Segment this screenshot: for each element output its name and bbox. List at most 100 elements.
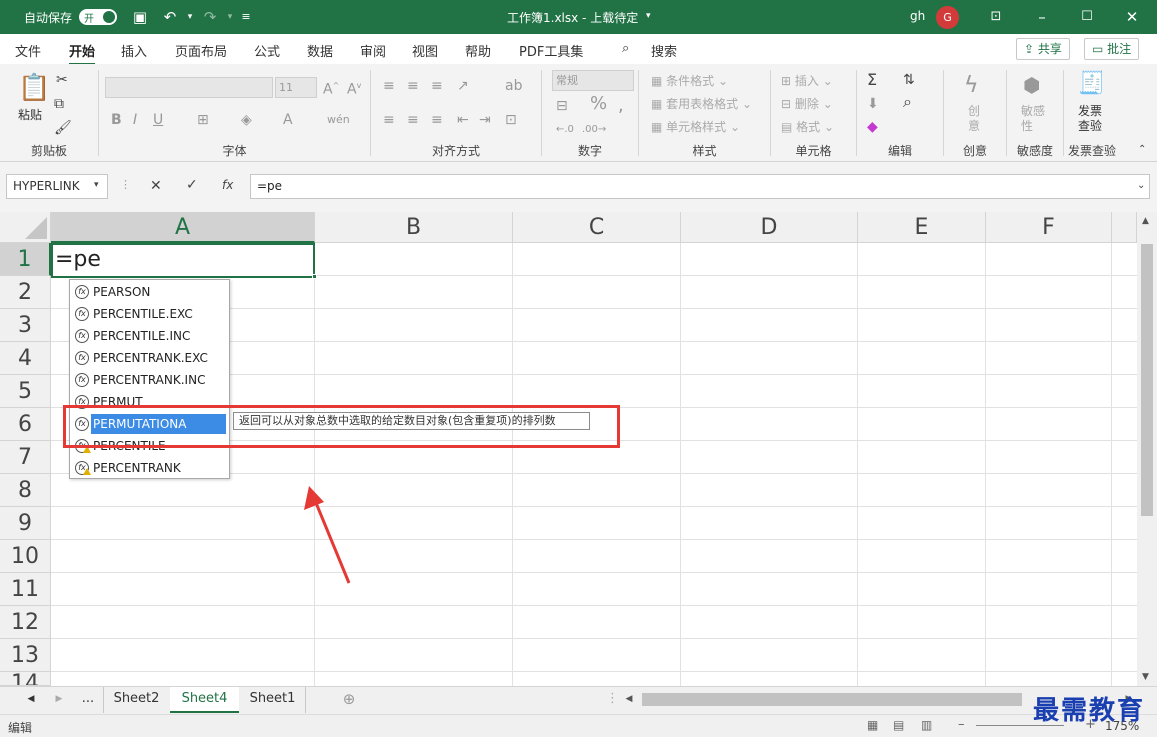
clear-icon[interactable]: ◆ (867, 119, 878, 135)
more-sheets-button[interactable]: ... (76, 687, 100, 713)
insert-function-icon[interactable]: fx (222, 178, 233, 192)
row-header-11[interactable]: 11 (0, 573, 51, 606)
prev-sheet-icon[interactable]: ◀ (24, 687, 38, 713)
paste-icon[interactable]: 📋 (18, 74, 50, 102)
row-header-12[interactable]: 12 (0, 606, 51, 639)
fill-handle[interactable] (312, 274, 317, 279)
sensitivity-label[interactable]: 敏感性 (1021, 104, 1049, 134)
sort-filter-icon[interactable]: ⇅ (903, 72, 915, 88)
customize-toolbar-icon[interactable]: ≡ (236, 7, 256, 27)
format-cells-button[interactable]: ▤ 格式 ⌄ (781, 118, 834, 135)
tab-review[interactable]: 审阅 (360, 41, 386, 60)
currency-icon[interactable]: ⊟ (556, 98, 568, 114)
tab-data[interactable]: 数据 (307, 41, 333, 60)
tab-insert[interactable]: 插入 (121, 41, 147, 60)
find-select-icon[interactable]: ⌕ (903, 94, 912, 110)
comments-button[interactable]: ▭ 批注 (1084, 38, 1140, 60)
row-header-14[interactable]: 14 (0, 672, 51, 686)
align-top-icon[interactable]: ≡ (383, 78, 395, 94)
invoice-icon[interactable]: 🧾 (1078, 72, 1105, 96)
cut-icon[interactable]: ✂ (56, 72, 68, 88)
format-as-table-button[interactable]: ▦ 套用表格格式 ⌄ (651, 95, 752, 112)
tab-pdf-tools[interactable]: PDF工具集 (519, 41, 583, 60)
column-header-g[interactable] (1112, 212, 1137, 243)
name-box[interactable]: HYPERLINK (6, 174, 108, 199)
avatar[interactable]: G (936, 6, 959, 29)
cancel-entry-icon[interactable]: ✕ (150, 178, 162, 194)
percent-icon[interactable]: % (590, 95, 607, 113)
align-center-icon[interactable]: ≡ (407, 112, 419, 128)
scroll-up-icon[interactable]: ▲ (1142, 216, 1149, 226)
maximize-icon[interactable]: ☐ (1077, 7, 1097, 27)
tab-search[interactable]: 搜索 (651, 41, 677, 60)
phonetic-icon[interactable]: wén (327, 112, 350, 128)
invoice-label[interactable]: 发票查验 (1078, 104, 1106, 134)
expand-formula-icon[interactable]: ⌄ (1137, 180, 1145, 191)
tab-formulas[interactable]: 公式 (254, 41, 280, 60)
paste-label[interactable]: 粘贴 (18, 106, 42, 123)
creative-label[interactable]: 创意 (968, 104, 982, 134)
borders-icon[interactable]: ⊞ (197, 112, 209, 128)
autocomplete-item[interactable]: fx PERCENTRANK.EXC (73, 348, 226, 368)
autocomplete-item[interactable]: fx PEARSON (73, 282, 226, 302)
align-left-icon[interactable]: ≡ (383, 112, 395, 128)
autocomplete-item[interactable]: fx PERCENTRANK (73, 458, 226, 478)
fill-icon[interactable]: ⬇ (867, 96, 879, 112)
row-header-9[interactable]: 9 (0, 507, 51, 540)
merge-center-icon[interactable]: ⊡ (505, 112, 517, 128)
column-header-d[interactable]: D (681, 212, 858, 243)
redo-icon[interactable]: ↷ (200, 7, 220, 27)
column-header-c[interactable]: C (513, 212, 681, 243)
formula-input[interactable]: =pe (250, 174, 1150, 199)
tab-help[interactable]: 帮助 (465, 41, 491, 60)
column-header-a[interactable]: A (51, 212, 315, 243)
collapse-ribbon-icon[interactable]: ⌃ (1138, 142, 1146, 158)
autocomplete-item[interactable]: fx PERCENTRANK.INC (73, 370, 226, 390)
comma-icon[interactable]: , (618, 97, 624, 115)
font-size-combo[interactable]: 11 (275, 77, 317, 98)
hscroll-left-icon[interactable]: ◀ (622, 687, 636, 713)
select-all-button[interactable] (0, 212, 51, 243)
active-cell-a1[interactable]: =pe (51, 243, 315, 278)
page-break-view-icon[interactable]: ▥ (921, 718, 932, 732)
row-header-2[interactable]: 2 (0, 276, 51, 309)
bold-button[interactable]: B (111, 112, 122, 128)
tab-home[interactable]: 开始 (69, 41, 96, 66)
document-title[interactable]: 工作簿1.xlsx - 上载待定 (507, 9, 638, 26)
search-icon[interactable]: ⌕ (622, 41, 629, 56)
autosave-toggle[interactable]: 开 (79, 9, 117, 25)
autocomplete-item[interactable]: fx PERCENTILE.INC (73, 326, 226, 346)
tab-view[interactable]: 视图 (412, 41, 438, 60)
drag-handle-icon[interactable]: ⋮ (120, 178, 131, 191)
add-sheet-icon[interactable]: ⊕ (338, 687, 360, 713)
row-header-1[interactable]: 1 (0, 243, 51, 276)
decrease-decimal-icon[interactable]: .00→ (582, 122, 606, 138)
underline-button[interactable]: U (153, 112, 163, 128)
column-header-f[interactable]: F (986, 212, 1112, 243)
sheet-tab-sheet2[interactable]: Sheet2 (103, 687, 169, 713)
row-header-8[interactable]: 8 (0, 474, 51, 507)
orientation-icon[interactable]: ↗ (457, 78, 469, 94)
zoom-out-icon[interactable]: – (958, 717, 965, 732)
ribbon-display-icon[interactable]: ⊡ (986, 7, 1006, 27)
italic-button[interactable]: I (133, 112, 137, 128)
autosum-icon[interactable]: Σ (867, 72, 877, 88)
number-format-combo[interactable]: 常规 (552, 70, 634, 91)
cell-styles-button[interactable]: ▦ 单元格样式 ⌄ (651, 118, 740, 135)
title-dropdown-icon[interactable]: ▾ (646, 11, 651, 21)
sensitivity-icon[interactable]: ⬢ (1023, 74, 1040, 96)
share-button[interactable]: ⇪ 共享 (1016, 38, 1070, 60)
next-sheet-icon[interactable]: ▶ (52, 687, 66, 713)
copy-icon[interactable]: ⧉ (54, 96, 64, 112)
save-icon[interactable]: ▣ (130, 7, 150, 27)
confirm-entry-icon[interactable]: ✓ (186, 177, 198, 193)
lightning-icon[interactable]: ϟ (964, 74, 979, 98)
horizontal-scroll-thumb[interactable] (642, 693, 1022, 706)
fill-color-icon[interactable]: ◈ (241, 112, 252, 128)
row-header-4[interactable]: 4 (0, 342, 51, 375)
row-header-10[interactable]: 10 (0, 540, 51, 573)
indent-increase-icon[interactable]: ⇥ (479, 112, 491, 128)
delete-cells-button[interactable]: ⊟ 删除 ⌄ (781, 95, 833, 112)
indent-decrease-icon[interactable]: ⇤ (457, 112, 469, 128)
row-header-5[interactable]: 5 (0, 375, 51, 408)
